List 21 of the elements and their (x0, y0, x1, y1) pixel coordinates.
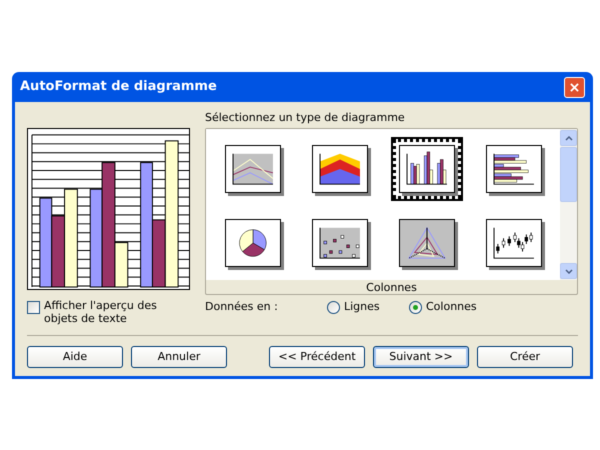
scroll-up-icon (564, 136, 572, 140)
dialog-button[interactable]: Suivant >> (373, 346, 469, 368)
radio-label: Colonnes (426, 299, 477, 315)
radio-button[interactable] (409, 300, 422, 314)
data-series-label: Données en : (205, 299, 279, 315)
window-title: AutoFormat de diagramme (20, 78, 217, 96)
scrollbar[interactable] (560, 129, 577, 280)
radio-button[interactable] (327, 300, 340, 314)
dialog-button[interactable]: Aide (27, 346, 123, 368)
dialog-button[interactable]: << Précédent (269, 346, 365, 368)
gallery-caption: Colonnes (366, 280, 417, 296)
dialog-button[interactable]: Créer (477, 346, 573, 368)
chart-type-option[interactable] (392, 139, 460, 199)
radio-label: Lignes (344, 299, 380, 315)
checkbox-label: Afficher l'aperçu des objets de texte (44, 299, 158, 325)
gallery-label: Sélectionnez un type de diagramme (205, 110, 406, 126)
dialog-button[interactable]: Annuler (131, 346, 227, 368)
checkbox[interactable] (27, 301, 40, 314)
close-icon (570, 82, 579, 92)
close-button[interactable] (564, 76, 585, 98)
scroll-down-icon (564, 268, 572, 274)
